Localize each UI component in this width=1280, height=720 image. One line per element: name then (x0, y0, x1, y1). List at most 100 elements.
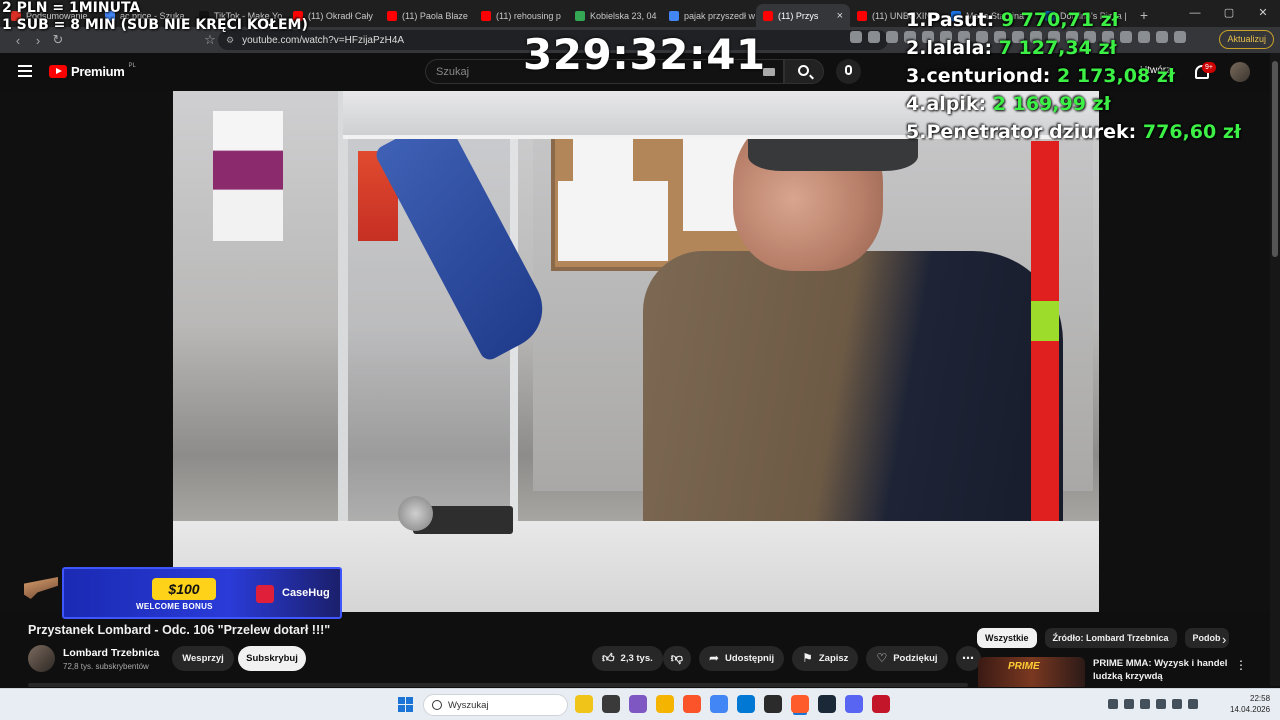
more-actions-button[interactable]: ⋯ (955, 646, 981, 671)
dislike-button[interactable]: 👎︎ (662, 646, 691, 671)
site-info-icon[interactable]: ⚙ (226, 35, 234, 46)
menu-icon[interactable] (18, 65, 32, 77)
tab-label: (11) rehousing p (496, 10, 561, 21)
channel-name[interactable]: Lombard Trzebnica (63, 647, 159, 659)
wifi-icon[interactable] (1172, 699, 1182, 709)
browser-tab[interactable]: (11) rehousing p (474, 4, 568, 27)
rule-line: 2 PLN = 1MINUTA (2, 0, 141, 16)
clock-date: 14.04.2026 (1230, 705, 1271, 714)
thumbs-up-icon: 👍︎ (602, 651, 615, 665)
taskbar-app-icon[interactable] (656, 695, 674, 713)
youtube-play-icon (49, 65, 67, 78)
extension-icon[interactable] (850, 31, 862, 43)
tray-icon[interactable] (1156, 699, 1166, 709)
search-button[interactable] (784, 59, 824, 84)
tab-label: (11) Okradł Cały (308, 10, 373, 21)
extension-icon[interactable] (868, 31, 880, 43)
video-paper (558, 181, 668, 261)
url-text: youtube.com/watch?v=HFzijaPzH4A (242, 34, 405, 46)
tab-favicon-icon (857, 10, 867, 21)
promo-amount: $100 (152, 578, 216, 600)
youtube-premium-label: Premium (71, 64, 125, 79)
video-actions: 👍︎ 2,3 tys. 👎︎ ➦ Udostępnij ⚑ Zapisz ♡ P… (592, 646, 981, 671)
youtube-logo[interactable]: Premium PL (49, 62, 136, 79)
subscribe-button[interactable]: Subskrybuj (238, 646, 306, 671)
more-dots-icon: ⋯ (962, 651, 975, 665)
close-window-icon[interactable]: ✕ (1246, 0, 1280, 27)
country-code: PL (128, 62, 136, 69)
leaderboard-rank: 1. (906, 9, 927, 31)
leaderboard-name: lalala: (926, 37, 993, 59)
leaderboard-amount: 9 770,71 zł (1000, 9, 1119, 31)
like-count: 2,3 tys. (620, 653, 653, 664)
close-tab-icon[interactable]: × (837, 10, 843, 22)
taskbar-app-icon[interactable] (575, 695, 593, 713)
leaderboard-name: alpik: (926, 93, 987, 115)
like-button[interactable]: 👍︎ 2,3 tys. (592, 646, 663, 671)
taskbar-apps (575, 695, 890, 713)
leaderboard-row: 3.centuriond: 2 173,08 zł (906, 62, 1241, 90)
recommendation-chips: Wszystkie Źródło: Lombard Trzebnica Podob (977, 628, 1229, 648)
volume-icon[interactable] (1188, 699, 1198, 709)
stream-rules: 2 PLN = 1MINUTA 1 SUB = 8 MIN (SUB NIE K… (2, 0, 308, 34)
video-player[interactable] (0, 91, 1270, 612)
support-button[interactable]: Wesprzyj (172, 646, 234, 671)
voice-search-button[interactable] (836, 59, 861, 84)
windows-start-icon[interactable] (398, 697, 413, 712)
page-scrollbar[interactable] (1270, 53, 1280, 686)
leaderboard-rank: 4. (906, 93, 927, 115)
taskbar-app-icon[interactable] (602, 695, 620, 713)
recommendation-title[interactable]: PRIME MMA: Wyzysk i handel ludzką krzywd… (1093, 657, 1228, 683)
taskbar-app-icon[interactable] (845, 695, 863, 713)
browser-tab[interactable]: pajak przyszedł w (662, 4, 756, 27)
taskbar-app-icon[interactable] (710, 695, 728, 713)
recommendation-thumbnail[interactable]: PRIME (978, 657, 1085, 687)
chevron-right-icon[interactable]: › (1222, 632, 1226, 647)
taskbar-clock[interactable]: 22:58 14.04.2026 (1230, 693, 1270, 715)
bookmark-icon[interactable]: ☆ (200, 32, 220, 48)
share-icon: ➦ (708, 651, 720, 665)
video-title: Przystanek Lombard - Odc. 106 "Przelew d… (28, 623, 331, 637)
taskbar-search-input[interactable]: Wyszukaj (423, 694, 568, 716)
casehug-logo-icon (256, 585, 274, 603)
casehug-promo-banner: $100 WELCOME BONUS CaseHug (62, 567, 342, 619)
leaderboard-rank: 5. (906, 121, 927, 143)
taskbar-app-icon[interactable] (872, 695, 890, 713)
promo-welcome-text: WELCOME BONUS (136, 602, 213, 611)
taskbar-app-icon[interactable] (791, 695, 809, 713)
microphone-icon (845, 65, 852, 75)
channel-avatar[interactable] (28, 645, 55, 672)
browser-tab[interactable]: (11) Paola Blaze (380, 4, 474, 27)
reload-icon[interactable]: ↻ (48, 32, 68, 48)
leaderboard-amount: 776,60 zł (1142, 121, 1241, 143)
extension-icon[interactable] (886, 31, 898, 43)
taskbar-app-icon[interactable] (764, 695, 782, 713)
tab-favicon-icon (575, 10, 585, 21)
windows-taskbar: Wyszukaj 22:58 14.04.2026 (0, 688, 1280, 720)
taskbar-app-icon[interactable] (629, 695, 647, 713)
tab-label: pajak przyszedł w (684, 10, 756, 21)
browser-tab[interactable]: Kobielska 23, 04 (568, 4, 662, 27)
filter-chip[interactable]: Źródło: Lombard Trzebnica (1044, 628, 1177, 648)
taskbar-app-icon[interactable] (737, 695, 755, 713)
donation-leaderboard: 1.Pasut: 9 770,71 zł 2.lalala: 7 127,34 z… (906, 6, 1241, 146)
thanks-button[interactable]: ♡ Podziękuj (866, 646, 948, 671)
forward-icon[interactable]: › (28, 33, 48, 48)
more-vertical-icon[interactable]: ⋮ (1235, 658, 1247, 672)
leaderboard-rank: 2. (906, 37, 927, 59)
scrollbar-thumb[interactable] (1272, 61, 1278, 257)
tray-icon[interactable] (1108, 699, 1118, 709)
tray-icon[interactable] (1124, 699, 1134, 709)
browser-tab[interactable]: (11) Przys × (756, 4, 850, 27)
subathon-timer: 329:32:41 (523, 30, 766, 79)
tab-label: Kobielska 23, 04 (590, 10, 657, 21)
tray-icon[interactable] (1140, 699, 1150, 709)
back-icon[interactable]: ‹ (8, 33, 28, 48)
clock-time: 22:58 (1250, 694, 1271, 703)
share-button[interactable]: ➦ Udostępnij (698, 646, 785, 671)
taskbar-app-icon[interactable] (683, 695, 701, 713)
save-button[interactable]: ⚑ Zapisz (792, 646, 859, 671)
filter-chip[interactable]: Wszystkie (977, 628, 1037, 648)
video-frame[interactable] (173, 91, 1099, 612)
taskbar-app-icon[interactable] (818, 695, 836, 713)
